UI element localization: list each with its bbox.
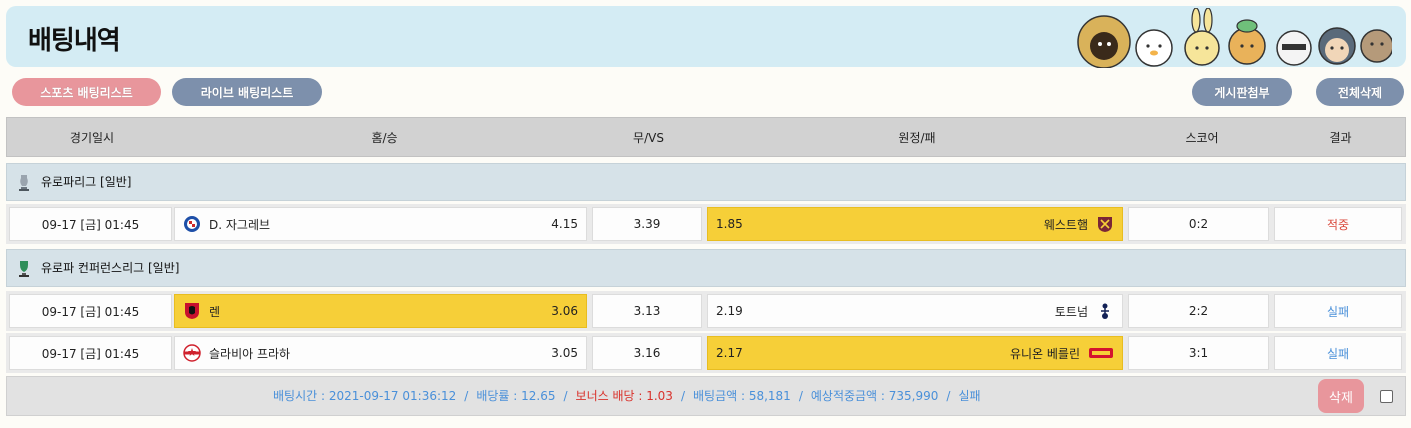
home-team: D. 자그레브 xyxy=(209,217,271,232)
score: 0:2 xyxy=(1128,207,1269,241)
league-name: 유로파리그 [일반] xyxy=(41,175,132,189)
result-badge: 실패 xyxy=(1274,336,1402,370)
home-odds: 4.15 xyxy=(551,217,578,231)
home-team: 슬라비아 프라하 xyxy=(209,346,291,361)
delete-all-button[interactable]: 전체삭제 xyxy=(1316,78,1404,106)
home-odds-cell[interactable]: D. 자그레브 4.15 xyxy=(174,207,587,241)
col-result: 결과 xyxy=(1329,131,1352,145)
away-team: 유니온 베를린 xyxy=(1009,346,1080,361)
score: 3:1 xyxy=(1128,336,1269,370)
home-odds-cell[interactable]: 슬라비아 프라하 3.05 xyxy=(174,336,587,370)
game-datetime: 09-17 [금] 01:45 xyxy=(9,207,172,241)
table-header: 경기일시 홈/승 무/VS 원정/패 스코어 결과 xyxy=(6,117,1406,157)
col-away: 원정/패 xyxy=(898,131,936,145)
bet-time: 배팅시간 : 2021-09-17 01:36:12 xyxy=(273,389,457,403)
table-row: 09-17 [금] 01:45 D. 자그레브 4.15 3.39 1.85 웨… xyxy=(6,204,1406,244)
bet-amount: 배팅금액 : 58,181 xyxy=(692,389,791,403)
bet-summary: 배팅시간 : 2021-09-17 01:36:12 / 배당률 : 12.65 / 보… xyxy=(273,377,981,415)
separator: / xyxy=(464,389,469,403)
away-odds-cell[interactable]: 1.85 웨스트햄 xyxy=(707,207,1123,241)
delete-bet-button[interactable]: 삭제 xyxy=(1318,379,1364,413)
page-title: 배팅내역 xyxy=(28,26,121,56)
away-team: 웨스트햄 xyxy=(1043,217,1088,232)
west-ham-logo-icon xyxy=(1098,217,1112,232)
kakao-friends-illustration xyxy=(1077,8,1392,68)
board-attach-button[interactable]: 게시판첨부 xyxy=(1192,78,1292,106)
page-header: 배팅내역 xyxy=(6,6,1406,68)
league-header: 유로파 컨퍼런스리그 [일반] xyxy=(6,249,1406,287)
col-draw: 무/VS xyxy=(633,131,664,145)
separator: / xyxy=(946,389,951,403)
table-row: 09-17 [금] 01:45 렌 3.06 3.13 2.19 토트넘 2:2… xyxy=(6,291,1406,331)
bet-rate: 배당률 : 12.65 xyxy=(476,389,556,403)
bet-summary-row: 배팅시간 : 2021-09-17 01:36:12 / 배당률 : 12.65 / 보… xyxy=(6,376,1406,416)
expected-win-amount: 예상적중금액 : 735,990 xyxy=(810,389,939,403)
draw-odds-cell[interactable]: 3.13 xyxy=(592,294,702,328)
col-home: 홈/승 xyxy=(371,131,398,145)
away-odds: 2.19 xyxy=(716,304,743,318)
game-datetime: 09-17 [금] 01:45 xyxy=(9,294,172,328)
home-odds: 3.06 xyxy=(551,304,578,318)
col-datetime: 경기일시 xyxy=(69,131,115,145)
away-odds-cell[interactable]: 2.19 토트넘 xyxy=(707,294,1123,328)
table-row: 09-17 [금] 01:45 슬라비아 프라하 3.05 3.16 2.17 … xyxy=(6,333,1406,373)
draw-odds-cell[interactable]: 3.16 xyxy=(592,336,702,370)
union-berlin-logo-icon xyxy=(1089,348,1113,358)
away-odds: 2.17 xyxy=(716,346,743,360)
conference-league-trophy-icon xyxy=(19,261,29,277)
dinamo-zagreb-logo-icon xyxy=(184,216,200,232)
league-header: 유로파리그 [일반] xyxy=(6,163,1406,201)
rennes-logo-icon xyxy=(185,303,199,319)
live-betting-list-button[interactable]: 라이브 배팅리스트 xyxy=(172,78,322,106)
separator: / xyxy=(798,389,803,403)
slavia-prague-logo-icon xyxy=(183,344,201,362)
result-badge: 실패 xyxy=(1274,294,1402,328)
away-odds-cell[interactable]: 2.17 유니온 베를린 xyxy=(707,336,1123,370)
draw-odds-cell[interactable]: 3.39 xyxy=(592,207,702,241)
home-team: 렌 xyxy=(209,304,221,319)
home-odds: 3.05 xyxy=(551,346,578,360)
bonus-rate: 보너스 배당 : 1.03 xyxy=(575,389,673,403)
select-bet-checkbox[interactable] xyxy=(1380,390,1393,403)
away-team: 토트넘 xyxy=(1054,304,1088,319)
result-badge: 적중 xyxy=(1274,207,1402,241)
separator: / xyxy=(680,389,685,403)
tottenham-logo-icon xyxy=(1101,303,1109,319)
col-score: 스코어 xyxy=(1185,131,1219,145)
game-datetime: 09-17 [금] 01:45 xyxy=(9,336,172,370)
away-odds: 1.85 xyxy=(716,217,743,231)
bet-status: 실패 xyxy=(958,389,981,403)
score: 2:2 xyxy=(1128,294,1269,328)
separator: / xyxy=(563,389,568,403)
league-name: 유로파 컨퍼런스리그 [일반] xyxy=(41,261,180,275)
home-odds-cell[interactable]: 렌 3.06 xyxy=(174,294,587,328)
sports-betting-list-button[interactable]: 스포츠 배팅리스트 xyxy=(12,78,161,106)
europa-league-trophy-icon xyxy=(19,175,29,191)
